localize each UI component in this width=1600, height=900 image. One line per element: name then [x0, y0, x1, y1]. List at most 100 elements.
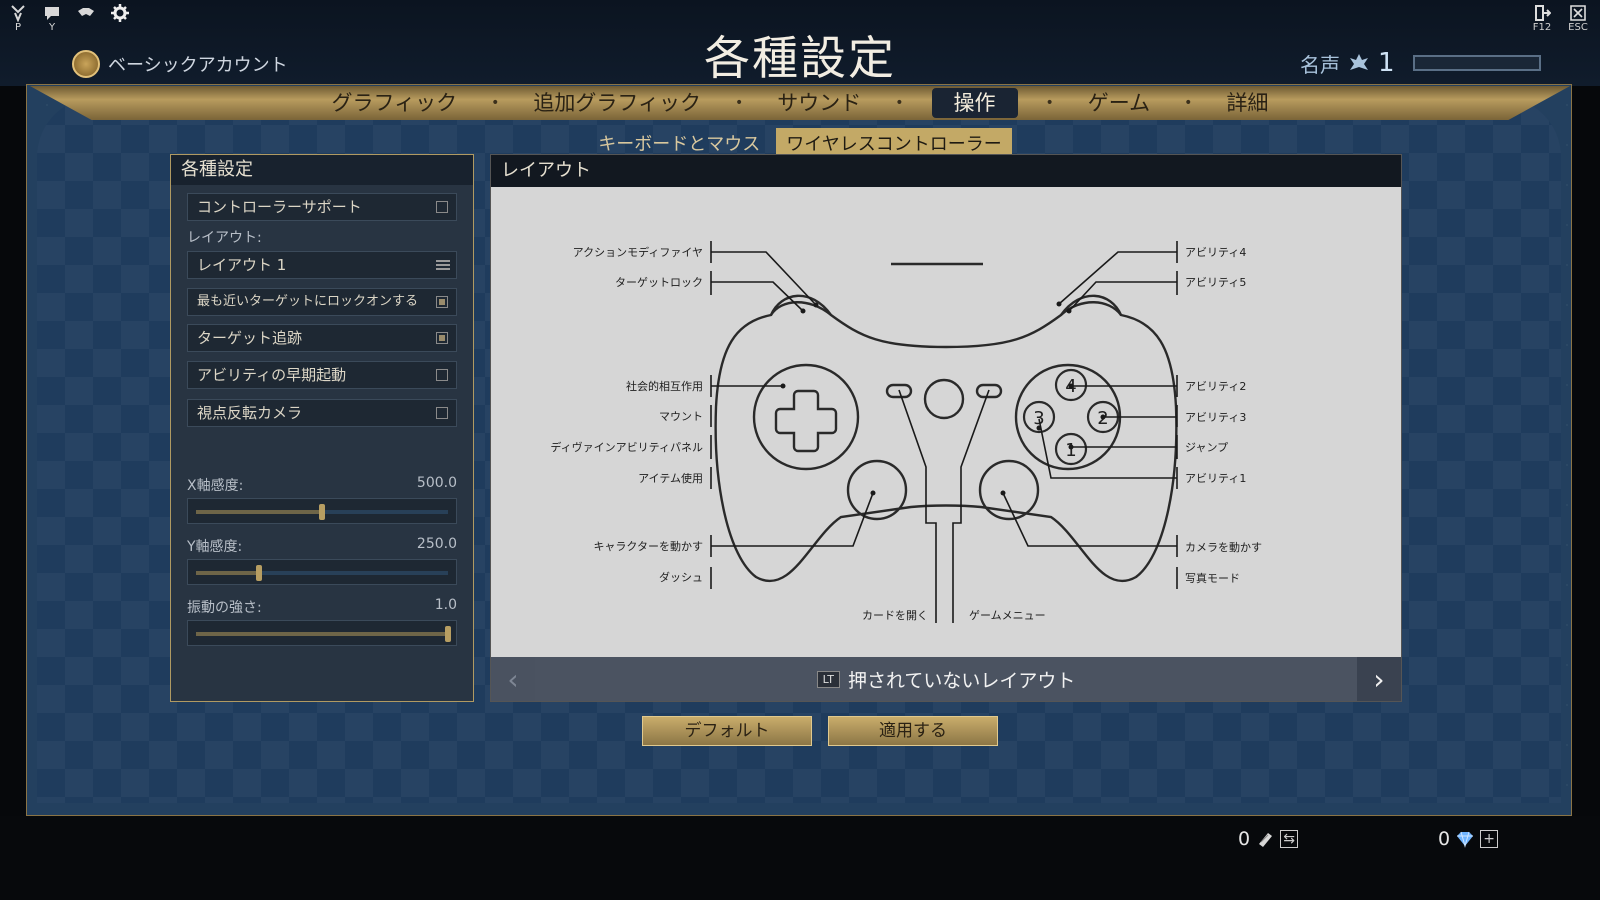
gear-icon — [111, 4, 129, 22]
label-action-modifier: アクションモディファイヤ — [573, 245, 703, 259]
invert-camera-row[interactable]: 視点反転カメラ — [187, 399, 457, 427]
layout-panel-title: レイアウト — [491, 155, 1401, 187]
target-tracking-row[interactable]: ターゲット追跡 — [187, 324, 457, 352]
vibration-value: 1.0 — [434, 597, 457, 613]
top-right-icons: F12 ESC — [1530, 4, 1590, 33]
label-mount: マウント — [659, 410, 703, 423]
ticket-icon — [1259, 833, 1273, 847]
default-button[interactable]: デフォルト — [642, 716, 812, 746]
fame-label: 名声 — [1300, 52, 1340, 77]
leader-dots — [780, 301, 1106, 496]
layout-select-value: レイアウト 1 — [197, 256, 287, 274]
apply-button[interactable]: 適用する — [828, 716, 998, 746]
fame-value: 1 — [1378, 48, 1395, 78]
label-ability-5: アビリティ5 — [1185, 276, 1246, 289]
layout-panel: レイアウト 4 2 3 1 — [490, 154, 1402, 702]
early-ability-checkbox[interactable] — [436, 369, 448, 381]
left-labels: アクションモディファイヤ ターゲットロック 社会的相互作用 マウント ディヴァイ… — [550, 245, 703, 584]
ticket-count: 0 — [1238, 828, 1251, 850]
ticket-currency: 0 ⇆ — [1238, 828, 1299, 850]
controller-support-row[interactable]: コントローラーサポート — [187, 193, 457, 221]
invert-camera-checkbox[interactable] — [436, 407, 448, 419]
top-bar: P Y ベーシックアカウント 各種設定 名声 1 F12 ESC — [0, 0, 1600, 86]
action-buttons: デフォルト 適用する — [642, 716, 998, 746]
slider-fill — [196, 571, 259, 575]
slider-track — [196, 626, 451, 642]
invert-camera-label: 視点反転カメラ — [197, 404, 303, 422]
tab-separator: • — [895, 95, 904, 111]
vibration-header: 振動の強さ: 1.0 — [187, 597, 457, 617]
target-tracking-label: ターゲット追跡 — [197, 329, 303, 347]
controller-support-checkbox[interactable] — [436, 201, 448, 213]
y-sensitivity-header: Y軸感度: 250.0 — [187, 536, 457, 556]
label-ability-2: アビリティ2 — [1185, 380, 1246, 393]
slider-fill — [196, 510, 322, 514]
label-jump: ジャンプ — [1185, 441, 1228, 454]
fame-icon — [1350, 54, 1368, 70]
slider-knob[interactable] — [319, 504, 325, 520]
label-target-lock: ターゲットロック — [615, 276, 703, 289]
lt-trigger-icon: LT — [816, 670, 840, 688]
label-dash: ダッシュ — [659, 570, 703, 584]
gem-currency: 0 + — [1438, 828, 1499, 850]
add-gems-button[interactable]: + — [1480, 830, 1499, 848]
tab-extra-graphics[interactable]: 追加グラフィック — [519, 88, 715, 118]
early-ability-label: アビリティの早期起動 — [197, 366, 347, 384]
fame-progress-bar — [1412, 55, 1541, 71]
x-sensitivity-header: X軸感度: 500.0 — [187, 475, 457, 495]
exit-key: F12 — [1532, 22, 1552, 33]
layout-nav-center: LT 押されていないレイアウト — [535, 657, 1357, 701]
tab-graphics[interactable]: グラフィック — [318, 88, 472, 118]
chevron-left-icon: ‹ — [507, 662, 519, 696]
y-sensitivity-label: Y軸感度: — [187, 539, 243, 555]
lock-nearest-label: 最も近いターゲットにロックオンする — [197, 294, 419, 309]
prev-layout-button[interactable]: ‹ — [491, 657, 535, 701]
gem-count: 0 — [1438, 828, 1451, 850]
face-button-1: 1 — [1065, 440, 1076, 461]
label-photo-mode: 写真モード — [1185, 571, 1240, 585]
label-open-cards: カードを開く — [862, 609, 928, 622]
right-labels: アビリティ4 アビリティ5 アビリティ2 アビリティ3 ジャンプ アビリティ1 … — [1185, 246, 1262, 585]
diamond-icon — [1457, 831, 1474, 848]
slider-knob[interactable] — [256, 565, 262, 581]
vibration-slider[interactable] — [187, 620, 457, 646]
y-sensitivity-value: 250.0 — [416, 536, 457, 552]
exit-button[interactable]: F12 — [1530, 4, 1554, 33]
lock-nearest-checkbox[interactable] — [436, 296, 448, 308]
tab-game[interactable]: ゲーム — [1074, 88, 1164, 118]
close-button[interactable]: ESC — [1566, 4, 1590, 33]
tab-separator: • — [491, 95, 500, 111]
early-ability-row[interactable]: アビリティの早期起動 — [187, 361, 457, 389]
label-divine-ability-panel: ディヴァインアビリティパネル — [550, 440, 703, 454]
controller-diagram: 4 2 3 1 アクションモディファイヤ — [550, 241, 1262, 623]
close-key: ESC — [1568, 22, 1588, 33]
target-tracking-checkbox[interactable] — [436, 332, 448, 344]
x-sensitivity-value: 500.0 — [416, 475, 457, 491]
next-layout-button[interactable]: › — [1357, 657, 1401, 701]
tab-controls[interactable]: 操作 — [931, 88, 1018, 118]
slider-knob[interactable] — [445, 626, 451, 642]
layout-nav-text: 押されていないレイアウト — [847, 669, 1076, 692]
layout-select[interactable]: レイアウト 1 — [187, 251, 457, 279]
close-icon — [1570, 5, 1586, 21]
tabs: グラフィック • 追加グラフィック • サウンド • 操作 • ゲーム • 詳細 — [0, 86, 1600, 120]
lock-nearest-row[interactable]: 最も近いターゲットにロックオンする — [187, 288, 457, 316]
controller-support-label: コントローラーサポート — [197, 198, 362, 216]
layout-nav-bar: ‹ LT 押されていないレイアウト › — [491, 657, 1401, 701]
y-sensitivity-slider[interactable] — [187, 559, 457, 585]
bottom-labels: カードを開く ゲームメニュー — [862, 609, 1046, 622]
bottom-bar — [0, 816, 1600, 900]
tab-bar: グラフィック • 追加グラフィック • サウンド • 操作 • ゲーム • 詳細 — [0, 86, 1600, 122]
x-sensitivity-slider[interactable] — [187, 498, 457, 524]
menu-icon — [436, 260, 450, 270]
exchange-button[interactable]: ⇆ — [1280, 830, 1299, 848]
tab-details[interactable]: 詳細 — [1212, 88, 1282, 118]
settings-panel-title: 各種設定 — [171, 155, 473, 185]
slider-track — [196, 565, 448, 581]
tab-separator: • — [1184, 95, 1193, 111]
pvp-icon — [11, 5, 25, 22]
label-move-character: キャラクターを動かす — [593, 539, 703, 553]
tab-sound[interactable]: サウンド — [763, 88, 875, 118]
label-game-menu: ゲームメニュー — [969, 609, 1046, 622]
chat-icon — [45, 7, 59, 20]
